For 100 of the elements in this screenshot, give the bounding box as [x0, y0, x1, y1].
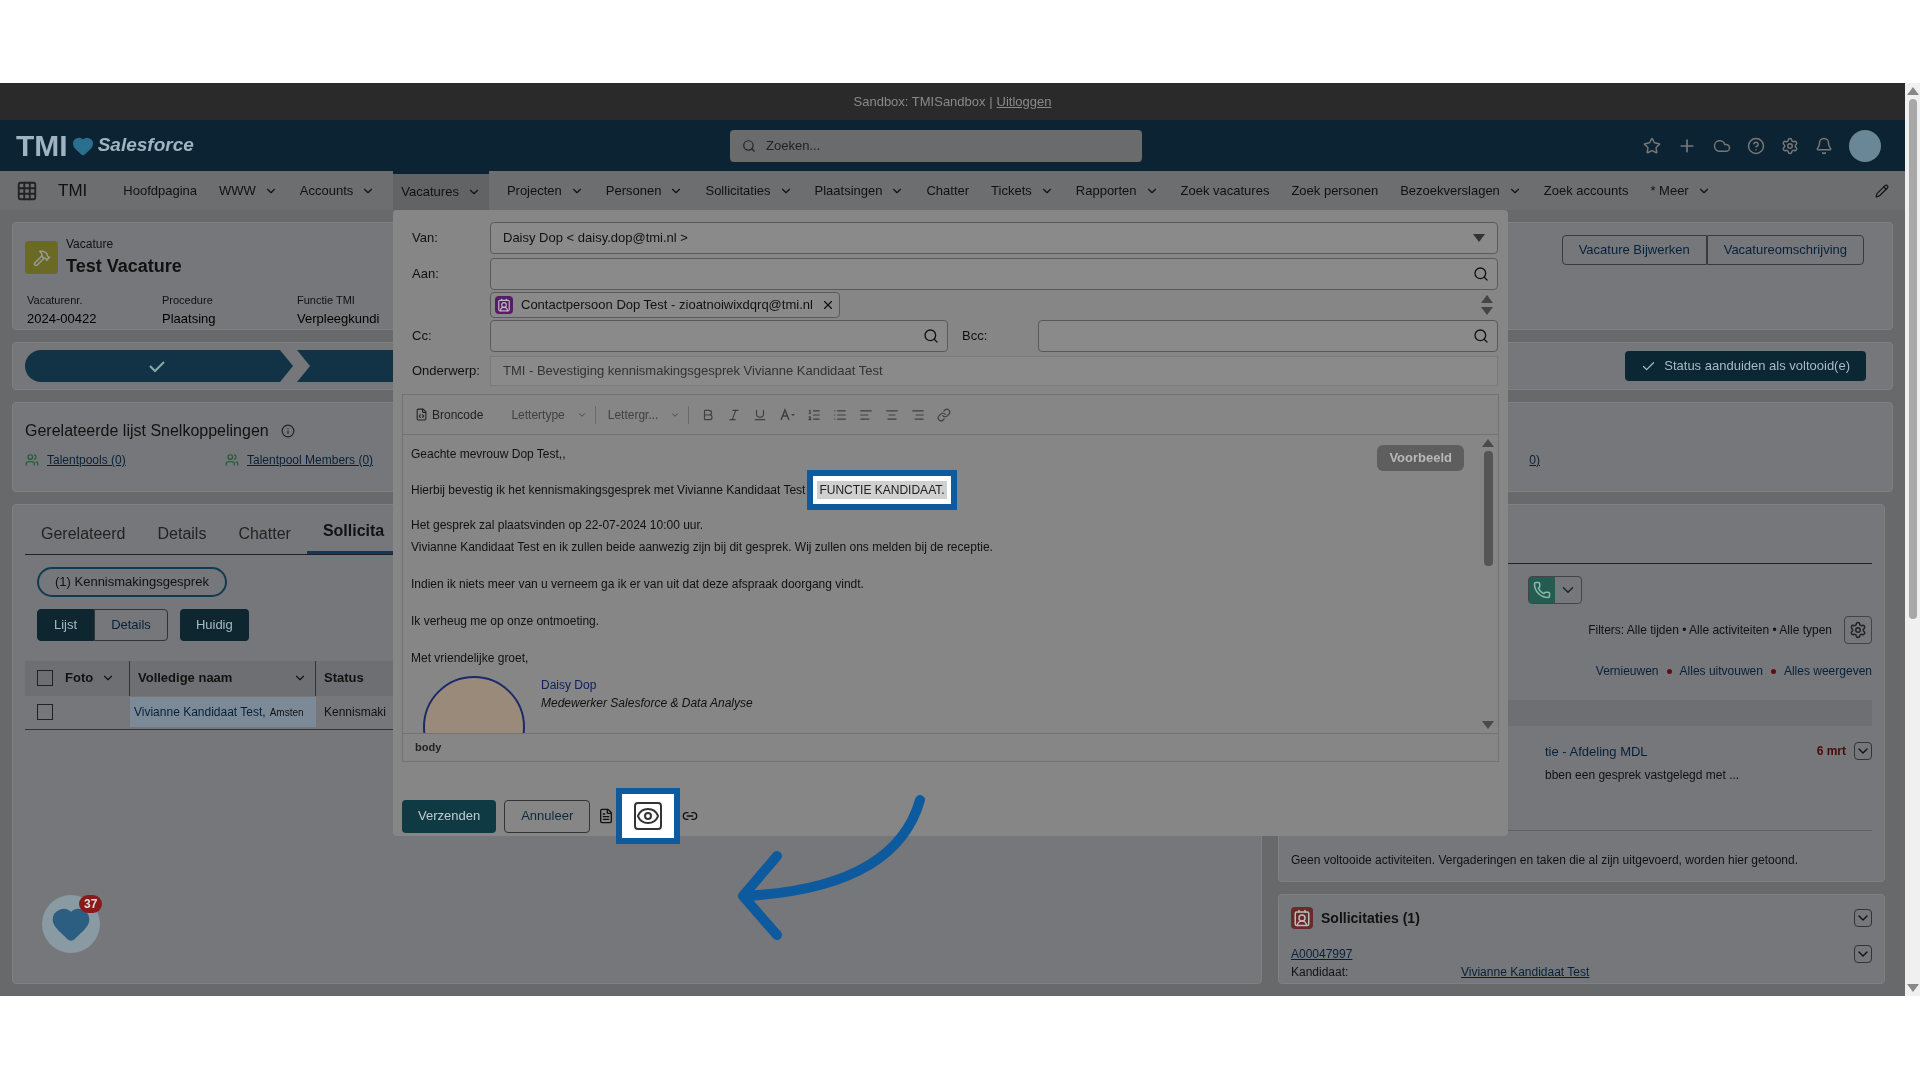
record-link[interactable]: A00047997	[1291, 945, 1461, 963]
info-icon[interactable]	[280, 424, 295, 438]
scroll-up-icon[interactable]	[1481, 295, 1493, 303]
activity-link[interactable]: Vernieuwen	[1595, 662, 1659, 680]
cc-field[interactable]	[490, 320, 948, 352]
scroll-thumb[interactable]	[1908, 99, 1917, 619]
avatar[interactable]	[1849, 129, 1881, 162]
preview-button[interactable]: Voorbeeld	[1377, 445, 1464, 471]
chevron-down-icon[interactable]	[1854, 909, 1872, 927]
search-icon	[1473, 266, 1489, 282]
scroll-down-icon[interactable]	[1906, 984, 1919, 992]
nav-tab[interactable]: Projecten	[502, 171, 588, 210]
view-toggle-button[interactable]: Details	[94, 608, 168, 641]
eye-button[interactable]	[616, 788, 681, 844]
nav-tab[interactable]: * Meer	[1646, 171, 1715, 210]
field-label: Aan:	[412, 265, 440, 284]
field-value: Verpleegkundi	[297, 309, 381, 328]
to-field[interactable]	[490, 258, 1498, 290]
field-label: Bcc:	[961, 327, 989, 346]
nav-tab[interactable]: Tickets	[987, 171, 1058, 210]
related-list-link[interactable]: 0)	[1529, 451, 1540, 469]
checkbox[interactable]	[37, 670, 53, 686]
body-text: Met vriendelijke groet,	[411, 650, 529, 667]
tab[interactable]: Gerelateerd	[25, 522, 142, 554]
app-launcher-icon[interactable]	[16, 179, 38, 202]
underline-icon[interactable]	[753, 407, 768, 422]
column-header[interactable]: Status	[324, 668, 364, 688]
numbered-list-icon[interactable]	[807, 407, 822, 422]
text-color-icon[interactable]	[779, 407, 796, 422]
scroll-thumb[interactable]	[1483, 451, 1493, 566]
body-text: Hierbij bevestig ik het kennismakingsgesprek met Vivianne Kandidaat Test	[411, 481, 806, 499]
activity-link[interactable]: Alles weergeven	[1783, 662, 1872, 680]
nav-tab[interactable]: Chatter	[922, 171, 974, 210]
logo-text: TMI	[16, 128, 68, 164]
bold-icon[interactable]	[701, 407, 716, 422]
link-icon[interactable]	[937, 407, 952, 422]
nav-tab[interactable]: Rapporten	[1071, 171, 1163, 210]
chevron-down-icon[interactable]	[1854, 945, 1872, 963]
logo-subtitle: Salesforce	[97, 133, 194, 158]
phone-icon[interactable]	[1529, 577, 1555, 603]
search-field[interactable]: Zoeken...	[730, 129, 1142, 162]
send-button[interactable]: Verzenden	[402, 799, 497, 833]
tab[interactable]: Chatter	[222, 522, 307, 554]
nav-tab[interactable]: Zoek accounts	[1539, 171, 1633, 210]
bullet-list-icon[interactable]	[833, 407, 848, 422]
nav-tab[interactable]: Bezoekverslagen	[1396, 171, 1526, 210]
body-text: Ik verheug me op onze ontmoeting.	[411, 613, 600, 630]
notifications-icon[interactable]	[1815, 136, 1833, 155]
column-header[interactable]: Volledige naam	[138, 668, 233, 688]
activity-link[interactable]: Alles uitvouwen	[1679, 662, 1763, 680]
scroll-up-icon[interactable]	[1906, 87, 1919, 95]
caret-icon[interactable]	[1473, 234, 1485, 242]
settings-icon[interactable]	[1781, 136, 1799, 155]
italic-icon[interactable]	[727, 407, 742, 422]
mark-complete-button[interactable]: Status aanduiden als voltooid(e)	[1625, 351, 1866, 381]
size-select[interactable]: Lettergr...	[607, 405, 659, 424]
scroll-down-icon[interactable]	[1482, 721, 1494, 729]
source-button[interactable]: Broncode	[432, 405, 484, 424]
scrollbar[interactable]	[1905, 83, 1920, 996]
path-stage[interactable]	[25, 350, 295, 382]
current-button[interactable]: Huidig	[179, 608, 249, 641]
filter-pill[interactable]: (1) Kennismakingsgesprek	[37, 567, 227, 597]
settings-icon[interactable]	[1844, 616, 1872, 644]
nav-tab[interactable]: Personen	[601, 171, 688, 210]
related-list-link[interactable]: Talentpools (0)	[47, 451, 126, 469]
nav-tab[interactable]: Plaatsingen	[810, 171, 909, 210]
activity-filters: Filters: Alle tijden • Alle activiteiten • Alle typen	[1588, 622, 1832, 639]
candidate-link[interactable]: Vivianne Kandidaat Test	[1461, 963, 1590, 981]
cancel-button[interactable]: Annuleer	[504, 799, 591, 833]
recipient-chip[interactable]: Contactpersoon Dop Test - zioatnoiwixdqrq@tmi.nl	[490, 292, 840, 318]
nav-tab[interactable]: Accounts	[295, 171, 380, 210]
align-center-icon[interactable]	[885, 407, 900, 422]
scroll-down-icon[interactable]	[1481, 307, 1493, 315]
align-left-icon[interactable]	[859, 407, 874, 422]
nav-tab[interactable]: Sollicitaties	[701, 171, 797, 210]
nav-tab[interactable]: Zoek personen	[1287, 171, 1383, 210]
checkbox[interactable]	[37, 704, 53, 720]
edit-icon[interactable]	[1875, 183, 1889, 198]
from-select[interactable]: Daisy Dop < daisy.dop@tmi.nl >	[490, 222, 1498, 254]
nav-tab[interactable]: WWW	[215, 171, 282, 210]
activity-title[interactable]: tie - Afdeling MDL	[1545, 742, 1817, 762]
view-toggle-button[interactable]: Lijst	[37, 608, 95, 641]
bcc-field[interactable]	[1038, 320, 1498, 352]
align-right-icon[interactable]	[911, 407, 926, 422]
nav-tab[interactable]: Hoofdpagina	[119, 171, 201, 210]
favorites-icon[interactable]	[1643, 136, 1661, 155]
logout-link[interactable]: Uitloggen	[996, 91, 1052, 112]
related-list-link[interactable]: Talentpool Members (0)	[247, 451, 374, 469]
nav-tab[interactable]: Vacatures	[393, 171, 489, 210]
chevron-down-icon[interactable]	[1854, 742, 1872, 760]
help-icon[interactable]	[1747, 136, 1765, 155]
action-button[interactable]: Vacatureomschrijving	[1706, 235, 1864, 265]
document-icon[interactable]	[598, 808, 615, 824]
nav-tab[interactable]: Zoek vacatures	[1176, 171, 1274, 210]
action-button[interactable]: Vacature Bijwerken	[1561, 235, 1707, 265]
font-select[interactable]: Lettertype	[511, 405, 565, 424]
subject-field[interactable]: TMI - Bevestiging kennismakingsgesprek Vivianne Kandidaat Test	[490, 356, 1498, 386]
scroll-up-icon[interactable]	[1482, 439, 1494, 447]
tab[interactable]: Details	[141, 522, 223, 554]
column-header[interactable]: Foto	[65, 668, 94, 688]
